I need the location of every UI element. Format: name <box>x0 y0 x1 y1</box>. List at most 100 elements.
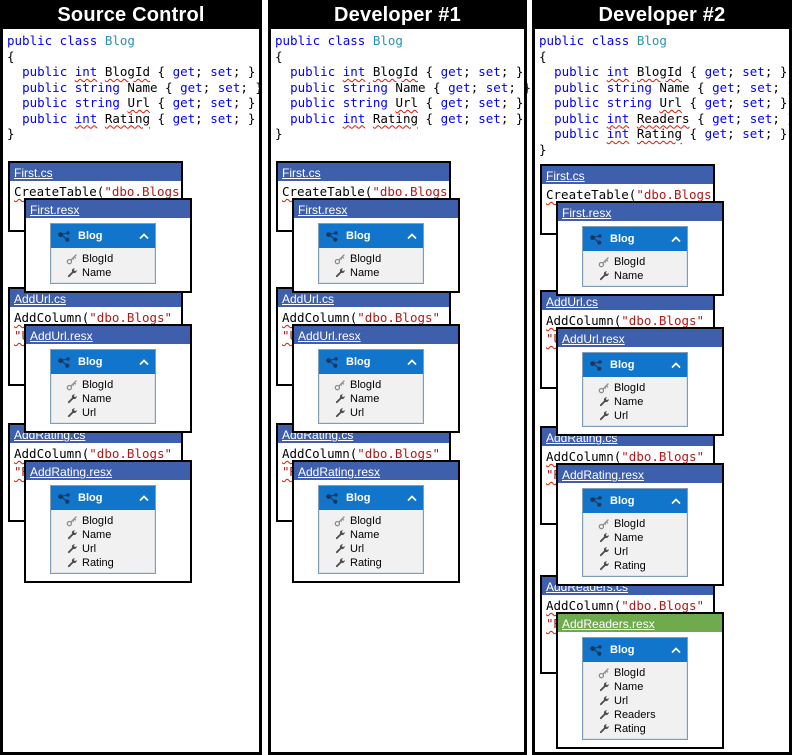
resx-file-box: AddUrl.resx Blog BlogId Name Url <box>292 324 460 433</box>
entity-type-icon <box>325 492 340 505</box>
property-label: Name <box>82 393 112 405</box>
entity-title: Blog <box>78 356 103 368</box>
chevron-up-icon[interactable] <box>671 497 681 505</box>
wrench-icon <box>599 271 609 281</box>
chevron-up-icon[interactable] <box>671 646 681 654</box>
chevron-up-icon[interactable] <box>671 235 681 243</box>
chevron-up-icon[interactable] <box>407 232 417 240</box>
resx-file-name: AddUrl.resx <box>30 329 93 343</box>
resx-file-header: First.resx <box>294 200 458 218</box>
wrench-icon <box>67 544 77 554</box>
property-row: Url <box>319 406 423 420</box>
property-row: Rating <box>583 722 687 736</box>
entity-property-list: BlogId Name <box>583 251 687 286</box>
resx-file-body: Blog BlogId Name <box>558 347 722 434</box>
wrench-icon <box>335 408 345 418</box>
resx-file-body: Blog BlogId Name <box>26 480 190 581</box>
chevron-up-icon[interactable] <box>139 494 149 502</box>
property-row: Rating <box>583 559 687 573</box>
wrench-icon <box>598 681 610 693</box>
resx-file-body: Blog BlogId Name <box>558 221 722 294</box>
property-row: Name <box>583 680 687 694</box>
property-label: Name <box>350 393 380 405</box>
property-label: BlogId <box>350 379 382 391</box>
resx-file-header: AddRating.resx <box>26 462 190 480</box>
chevron-up-icon[interactable] <box>407 494 417 502</box>
key-icon <box>66 254 77 265</box>
migration-sections: First.cs CreateTable("dbo.Blogs" First.r… <box>274 3 521 749</box>
entity-property-list: BlogId Name Url Rating <box>319 510 423 573</box>
cs-file-name: AddUrl.cs <box>14 292 67 306</box>
wrench-icon <box>66 407 78 419</box>
entity-property-list: BlogId Name Url Rating <box>51 510 155 573</box>
wrench-icon <box>335 558 345 568</box>
wrench-icon <box>66 393 78 405</box>
property-label: Rating <box>614 723 646 735</box>
entity-type-icon <box>57 230 72 243</box>
resx-file-name: AddUrl.resx <box>562 332 625 346</box>
entity-header: Blog <box>319 486 423 510</box>
entity-header: Blog <box>583 353 687 377</box>
resx-file-header: First.resx <box>558 203 722 221</box>
entity-header: Blog <box>583 638 687 662</box>
entity-diagram: Blog BlogId Name <box>582 637 688 740</box>
resx-file-box: First.resx Blog BlogId Name <box>24 198 192 293</box>
resx-file-header: First.resx <box>26 200 190 218</box>
property-row: Url <box>51 406 155 420</box>
cs-file-name: First.cs <box>282 166 321 180</box>
key-icon <box>598 382 610 394</box>
entity-property-list: BlogId Name Url Rating <box>583 513 687 576</box>
entity-property-list: BlogId Name Url <box>583 377 687 426</box>
resx-file-box: AddRating.resx Blog BlogId Name Url Rati… <box>556 463 724 586</box>
key-icon <box>598 383 609 394</box>
property-row: Name <box>583 395 687 409</box>
entity-title: Blog <box>610 644 635 656</box>
property-label: Name <box>82 267 112 279</box>
property-label: Name <box>614 532 644 544</box>
property-row: Url <box>583 409 687 423</box>
wrench-icon <box>67 408 77 418</box>
chevron-up-icon[interactable] <box>407 358 417 366</box>
property-row: Name <box>319 266 423 280</box>
property-label: Name <box>614 396 644 408</box>
entity-property-list: BlogId Name Url <box>319 374 423 423</box>
wrench-icon <box>599 682 609 692</box>
column-developer-2: Developer #2 public class Blog{ public i… <box>532 0 792 755</box>
migration-sections: First.cs CreateTable("dbo.Blogs" First.r… <box>6 3 256 749</box>
wrench-icon <box>599 397 609 407</box>
migration-sections: First.cs CreateTable("dbo.Blogs" First.r… <box>538 3 786 749</box>
key-icon <box>66 379 78 391</box>
chevron-up-icon[interactable] <box>671 361 681 369</box>
resx-file-body: Blog BlogId Name <box>294 218 458 291</box>
cs-file-name: First.cs <box>546 169 585 183</box>
resx-file-name: AddReaders.resx <box>562 617 655 631</box>
property-label: Name <box>82 529 112 541</box>
chevron-up-icon[interactable] <box>139 358 149 366</box>
property-row: BlogId <box>319 514 423 528</box>
entity-title: Blog <box>610 359 635 371</box>
chevron-up-icon[interactable] <box>139 232 149 240</box>
property-row: Url <box>51 542 155 556</box>
wrench-icon <box>599 561 609 571</box>
wrench-icon <box>599 710 609 720</box>
key-icon <box>334 380 345 391</box>
resx-file-box: AddUrl.resx Blog BlogId Name Url <box>556 327 724 436</box>
property-row: BlogId <box>319 252 423 266</box>
key-icon <box>598 257 609 268</box>
wrench-icon <box>335 268 345 278</box>
resx-file-body: Blog BlogId Name <box>558 632 722 747</box>
wrench-icon <box>334 267 346 279</box>
entity-title: Blog <box>610 495 635 507</box>
resx-file-header: AddReaders.resx <box>558 614 722 632</box>
entity-diagram: Blog BlogId Name <box>50 349 156 424</box>
property-row: BlogId <box>583 381 687 395</box>
resx-file-name: AddRating.resx <box>298 465 381 479</box>
entity-type-icon <box>589 495 604 508</box>
key-icon <box>598 667 610 679</box>
resx-file-box: AddRating.resx Blog BlogId Name Url Rati… <box>24 460 192 583</box>
property-row: BlogId <box>51 514 155 528</box>
wrench-icon <box>334 407 346 419</box>
property-label: BlogId <box>614 518 646 530</box>
property-row: BlogId <box>583 255 687 269</box>
property-row: BlogId <box>51 252 155 266</box>
